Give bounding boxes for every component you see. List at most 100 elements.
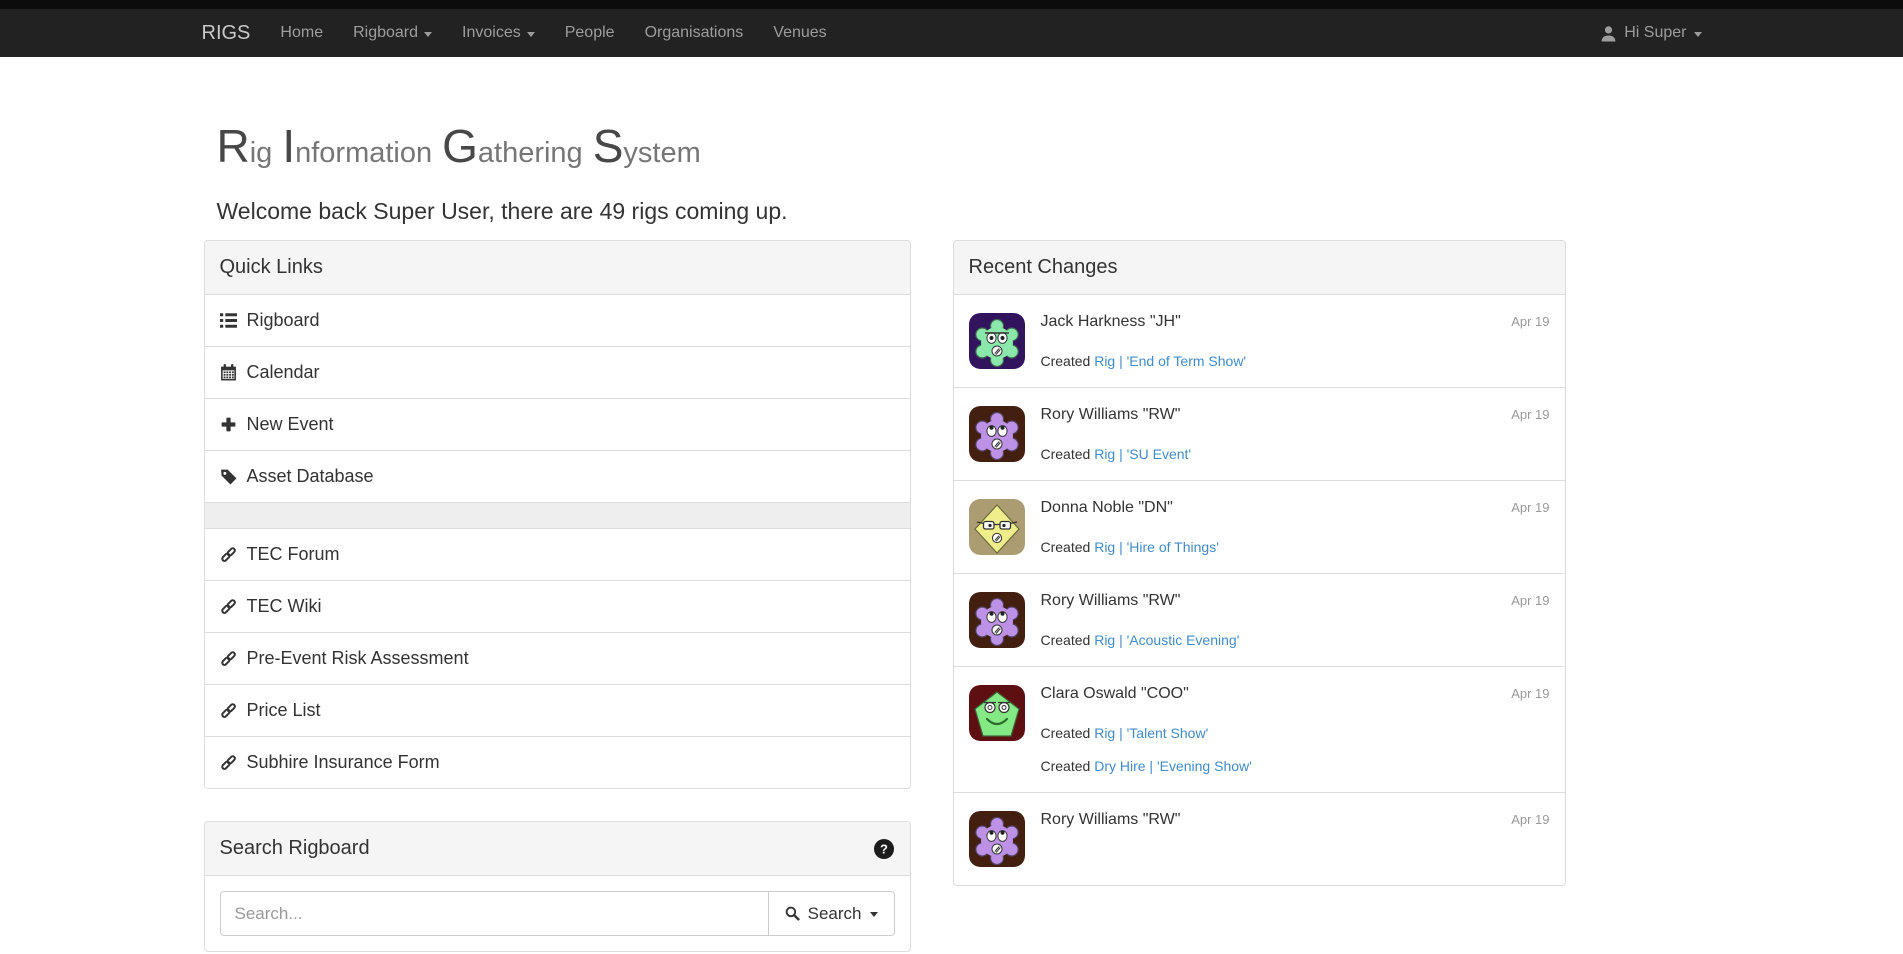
- caret-down-icon: [1694, 32, 1702, 37]
- nav-link-rigboard[interactable]: Rigboard: [338, 9, 447, 57]
- plus-icon: [220, 416, 237, 433]
- action-target-link[interactable]: Rig | 'Hire of Things': [1094, 539, 1219, 555]
- recent-change-user-name: Rory Williams "RW": [1041, 406, 1181, 424]
- recent-change-row: Jack Harkness "JH"Apr 19Created Rig | 'E…: [954, 295, 1565, 387]
- quick-link-label: Pre-Event Risk Assessment: [247, 648, 469, 669]
- recent-change-body: Jack Harkness "JH"Apr 19Created Rig | 'E…: [1041, 313, 1550, 369]
- recent-change-body: Rory Williams "RW" Apr 19: [1041, 811, 1550, 867]
- search-button-label: Search: [808, 904, 862, 924]
- search-icon: [785, 906, 800, 921]
- action-target-link[interactable]: Dry Hire | 'Evening Show': [1094, 758, 1252, 774]
- quick-link-label: Asset Database: [247, 466, 374, 487]
- link-icon: [220, 650, 237, 667]
- quick-link-subhire-insurance-form[interactable]: Subhire Insurance Form: [205, 736, 910, 788]
- quick-link-pre-event-risk-assessment[interactable]: Pre-Event Risk Assessment: [205, 632, 910, 684]
- recent-changes-panel: Recent Changes Jack Harkness "JH"Apr 19C…: [953, 240, 1566, 886]
- action-verb: Created: [1041, 353, 1095, 369]
- user-menu-label: Hi Super: [1624, 24, 1686, 42]
- recent-change-action: Created Rig | 'Talent Show': [1041, 725, 1550, 741]
- quick-link-label: Calendar: [247, 362, 320, 383]
- link-icon: [220, 702, 237, 719]
- quick-links-list: Rigboard Calendar New Event Asset Database T…: [205, 295, 910, 788]
- quick-link-price-list[interactable]: Price List: [205, 684, 910, 736]
- list-icon: [220, 312, 237, 329]
- quick-links-panel: Quick Links Rigboard Calendar New Event Ass…: [204, 240, 911, 789]
- nav-item: People: [550, 9, 630, 57]
- link-icon: [220, 546, 237, 563]
- recent-change-body: Rory Williams "RW"Apr 19Created Rig | 'S…: [1041, 406, 1550, 462]
- recent-change-date: Apr 19: [1511, 500, 1549, 515]
- quick-link-label: Price List: [247, 700, 321, 721]
- search-input[interactable]: [220, 891, 769, 936]
- help-icon[interactable]: ?: [873, 838, 895, 860]
- quick-link-label: TEC Wiki: [247, 596, 322, 617]
- quick-link-tec-wiki[interactable]: TEC Wiki: [205, 580, 910, 632]
- quick-link-asset-database[interactable]: Asset Database: [205, 450, 910, 502]
- user-avatar: [969, 313, 1025, 369]
- nav-item: Home: [265, 9, 338, 57]
- search-panel-header: Search Rigboard ?: [205, 822, 910, 876]
- nav-link-home[interactable]: Home: [265, 9, 338, 57]
- nav-link-invoices[interactable]: Invoices: [447, 9, 550, 57]
- quick-link-tec-forum[interactable]: TEC Forum: [205, 528, 910, 580]
- recent-change-user-name: Donna Noble "DN": [1041, 499, 1173, 517]
- nav-link-organisations[interactable]: Organisations: [630, 9, 759, 57]
- nav-label: People: [565, 24, 615, 42]
- quick-link-label: TEC Forum: [247, 544, 340, 565]
- user-icon: [1600, 25, 1617, 42]
- recent-change-action: Created Dry Hire | 'Evening Show': [1041, 758, 1550, 774]
- link-icon: [220, 598, 237, 615]
- recent-change-row: Rory Williams "RW" Apr 19: [954, 792, 1565, 885]
- quick-link-calendar[interactable]: Calendar: [205, 346, 910, 398]
- nav-label: Home: [280, 24, 323, 42]
- recent-change-user-name: Rory Williams "RW": [1041, 592, 1181, 610]
- action-target-link[interactable]: Rig | 'SU Event': [1094, 446, 1191, 462]
- recent-change-body: Clara Oswald "COO"Apr 19Created Rig | 'T…: [1041, 685, 1550, 774]
- recent-change-row: Donna Noble "DN" Apr 19 Created Rig | 'Hir…: [954, 480, 1565, 573]
- quick-link-label: New Event: [247, 414, 334, 435]
- action-target-link[interactable]: Rig | 'Acoustic Evening': [1094, 632, 1239, 648]
- nav-link-people[interactable]: People: [550, 9, 630, 57]
- user-avatar: [969, 499, 1025, 555]
- action-target-link[interactable]: Rig | 'Talent Show': [1094, 725, 1208, 741]
- nav-label: Rigboard: [353, 24, 418, 42]
- tag-icon: [220, 468, 237, 485]
- heading-word: System: [593, 133, 701, 169]
- window-top-strip: [0, 0, 1903, 9]
- brand-link[interactable]: RIGS: [187, 9, 266, 57]
- action-verb: Created: [1041, 725, 1095, 741]
- quick-link-rigboard[interactable]: Rigboard: [205, 295, 910, 346]
- recent-changes-list: Jack Harkness "JH"Apr 19Created Rig | 'E…: [954, 295, 1565, 885]
- quick-link-new-event[interactable]: New Event: [205, 398, 910, 450]
- recent-change-action: Created Rig | 'Acoustic Evening': [1041, 632, 1550, 648]
- recent-change-body: Donna Noble "DN" Apr 19 Created Rig | 'Hir…: [1041, 499, 1550, 555]
- quick-links-separator: [205, 502, 910, 528]
- caret-down-icon: [424, 32, 432, 37]
- nav-link-venues[interactable]: Venues: [758, 9, 841, 57]
- main-nav: Home Rigboard Invoices People Organisations V…: [265, 9, 841, 57]
- recent-change-date: Apr 19: [1511, 812, 1549, 827]
- user-avatar: [969, 406, 1025, 462]
- nav-item: Organisations: [630, 9, 759, 57]
- heading-word: Information: [282, 133, 432, 169]
- recent-change-row: Rory Williams "RW"Apr 19Created Rig | 'A…: [954, 573, 1565, 666]
- link-icon: [220, 754, 237, 771]
- nav-item: Venues: [758, 9, 841, 57]
- recent-change-user-name: Clara Oswald "COO": [1041, 685, 1189, 703]
- recent-changes-header: Recent Changes: [954, 241, 1565, 295]
- calendar-icon: [220, 364, 237, 381]
- recent-change-user-name: Rory Williams "RW": [1041, 811, 1181, 829]
- nav-label: Organisations: [645, 24, 744, 42]
- quick-links-header: Quick Links: [205, 241, 910, 295]
- recent-change-row: Rory Williams "RW"Apr 19Created Rig | 'S…: [954, 387, 1565, 480]
- action-target-link[interactable]: Rig | 'End of Term Show': [1094, 353, 1246, 369]
- recent-change-action: Created Rig | 'Hire of Things': [1041, 539, 1550, 555]
- recent-change-action: Created Rig | 'SU Event': [1041, 446, 1550, 462]
- user-menu-dropdown[interactable]: Hi Super: [1585, 9, 1716, 57]
- welcome-text: Welcome back Super User, there are 49 ri…: [217, 198, 1717, 225]
- recent-changes-title: Recent Changes: [969, 256, 1118, 279]
- recent-change-row: Clara Oswald "COO"Apr 19Created Rig | 'T…: [954, 666, 1565, 792]
- search-button[interactable]: Search: [768, 891, 895, 936]
- nav-label: Invoices: [462, 24, 521, 42]
- nav-label: Venues: [773, 24, 826, 42]
